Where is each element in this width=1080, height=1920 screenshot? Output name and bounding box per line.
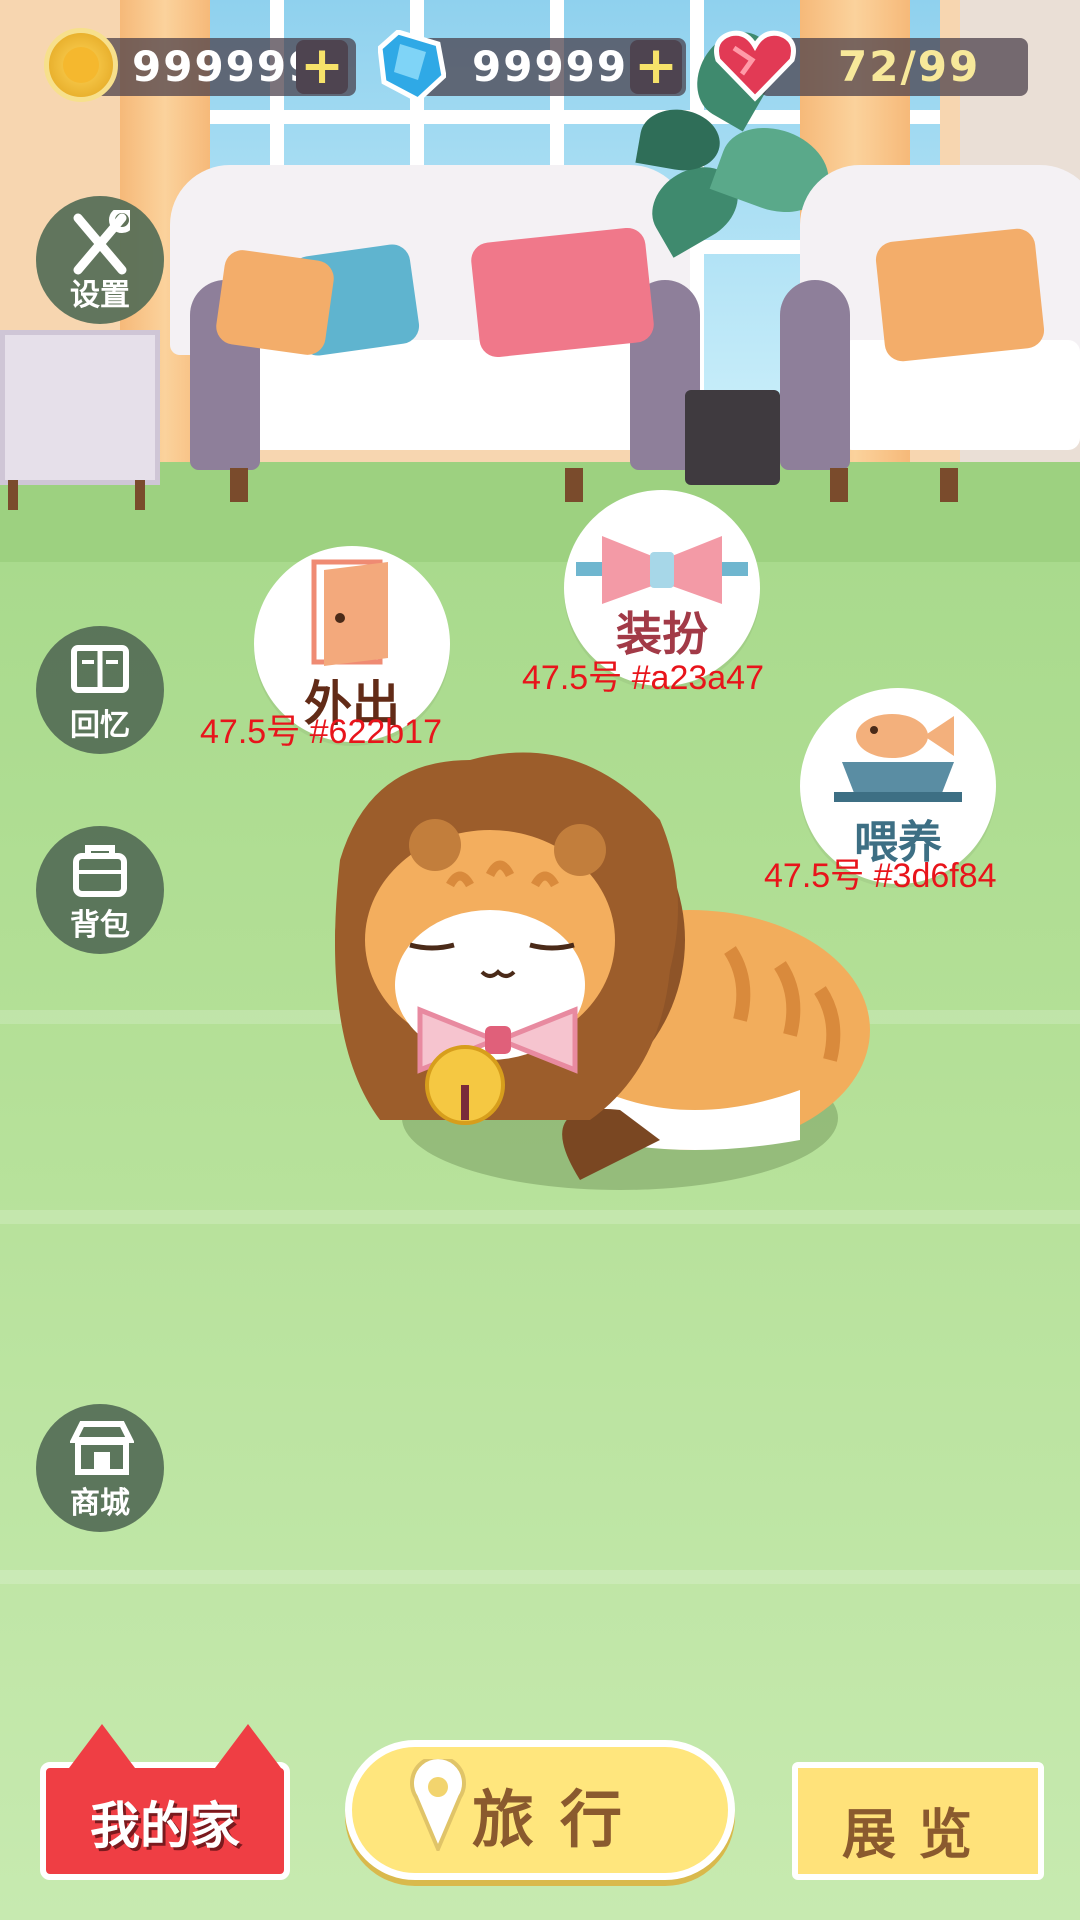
- shop-button[interactable]: 商城: [36, 1404, 164, 1532]
- settings-button[interactable]: 设置: [36, 196, 164, 324]
- add-coins-button[interactable]: +: [296, 40, 348, 94]
- coin-count: 999999: [132, 42, 320, 91]
- tab-exhibition-label: 展览: [842, 1803, 994, 1866]
- energy-count: 72/99: [838, 42, 981, 91]
- bag-icon: [73, 845, 127, 897]
- floor-trim: [0, 462, 1080, 562]
- feed-button[interactable]: 喂养: [800, 688, 996, 884]
- memories-button[interactable]: 回忆: [36, 626, 164, 754]
- memories-label: 回忆: [70, 708, 130, 743]
- door-icon: [311, 559, 388, 666]
- tab-my-home-label: 我的家: [90, 1797, 240, 1855]
- dress-up-label: 装扮: [616, 607, 708, 661]
- side-cabinet: [0, 330, 160, 485]
- tab-travel-label: 旅行: [472, 1783, 649, 1856]
- fish-bowl-icon: [834, 714, 962, 802]
- plus-icon: +: [300, 36, 344, 96]
- backpack-button[interactable]: 背包: [36, 826, 164, 954]
- tab-my-home[interactable]: 我的家: [40, 1724, 290, 1880]
- dress-up-annotation: 47.5号 #a23a47: [522, 659, 764, 697]
- tab-travel[interactable]: 旅行: [345, 1740, 735, 1880]
- plus-icon: +: [634, 36, 678, 96]
- coin-icon: [44, 28, 118, 102]
- gem-count: 99999: [472, 42, 629, 91]
- feed-annotation: 47.5号 #3d6f84: [764, 857, 997, 895]
- pink-pillow: [469, 226, 656, 359]
- orange-pillow: [213, 247, 337, 358]
- location-pin-icon: [410, 1759, 466, 1851]
- add-gems-button[interactable]: +: [630, 40, 682, 94]
- gem-icon: [377, 29, 447, 104]
- shop-label: 商城: [70, 1486, 130, 1521]
- go-out-annotation: 47.5号 #622b17: [200, 713, 442, 751]
- backpack-label: 背包: [70, 908, 130, 943]
- store-icon: [70, 1421, 134, 1475]
- tab-exhibition[interactable]: 展览: [792, 1762, 1044, 1880]
- plant-pot: [685, 390, 780, 485]
- dress-up-button[interactable]: 装扮: [564, 490, 760, 686]
- heart-icon: [712, 30, 798, 102]
- book-icon: [71, 645, 129, 693]
- settings-label: 设置: [70, 278, 130, 313]
